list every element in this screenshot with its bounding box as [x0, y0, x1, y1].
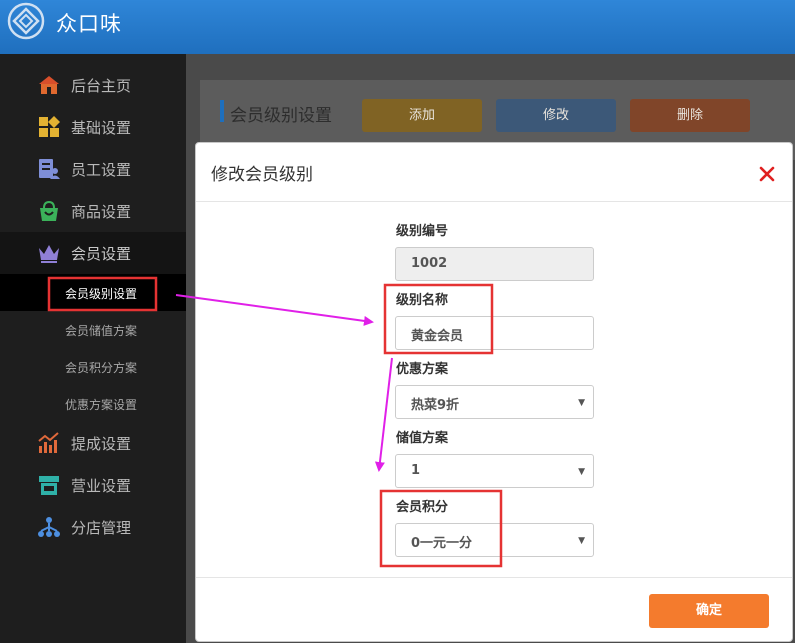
discount-value: 热菜9折	[411, 398, 460, 413]
dialog-title: 修改会员级别	[211, 165, 313, 185]
sidebar-subitem-points[interactable]: 会员积分方案	[0, 348, 186, 385]
top-header: 众口味	[0, 0, 795, 54]
sidebar-item-home[interactable]: 后台主页	[0, 64, 186, 106]
discount-label: 优惠方案	[396, 362, 449, 377]
stored-value-select[interactable]: 1 ▼	[395, 454, 594, 488]
title-accent-bar	[220, 100, 224, 122]
level-no-field: 1002	[395, 247, 594, 281]
add-button[interactable]: 添加	[362, 99, 482, 132]
sidebar-subitem-member-level[interactable]: 会员级别设置	[0, 274, 186, 311]
level-name-input[interactable]: 黄金会员	[395, 316, 594, 350]
sidebar-subitem-label: 优惠方案设置	[65, 398, 138, 412]
level-name-label: 级别名称	[396, 293, 449, 308]
stored-value-value: 1	[411, 463, 421, 478]
sidebar-item-commission[interactable]: 提成设置	[0, 422, 186, 464]
sidebar-item-label: 员工设置	[71, 161, 132, 179]
sidebar-item-label: 分店管理	[71, 519, 132, 537]
delete-button[interactable]: 删除	[630, 99, 750, 132]
sidebar-item-branch[interactable]: 分店管理	[0, 506, 186, 548]
stored-value-label: 储值方案	[396, 431, 449, 446]
level-no-label: 级别编号	[396, 224, 449, 239]
chevron-down-icon: ▼	[578, 536, 585, 546]
chart-icon	[38, 432, 59, 453]
dialog-header: 修改会员级别	[196, 143, 792, 202]
branch-icon	[38, 517, 60, 537]
sidebar-item-label: 基础设置	[71, 119, 132, 137]
sidebar-item-label: 营业设置	[71, 477, 132, 495]
sidebar-subitem-label: 会员储值方案	[65, 324, 138, 338]
crown-icon	[39, 245, 59, 263]
app-title: 众口味	[56, 12, 122, 36]
level-name-value: 黄金会员	[411, 329, 464, 344]
sidebar-item-goods[interactable]: 商品设置	[0, 190, 186, 232]
points-select[interactable]: 0一元一分 ▼	[395, 523, 594, 557]
points-value: 0一元一分	[411, 536, 473, 551]
chevron-down-icon: ▼	[578, 467, 585, 477]
close-icon[interactable]	[756, 163, 778, 185]
sidebar-item-label: 会员设置	[71, 245, 132, 263]
bag-icon	[40, 200, 58, 221]
page-title: 会员级别设置	[230, 106, 332, 126]
sidebar-subitem-label: 会员级别设置	[65, 287, 138, 301]
store-icon	[39, 476, 59, 495]
sidebar-item-staff[interactable]: 员工设置	[0, 148, 186, 190]
confirm-button[interactable]: 确定	[649, 594, 769, 628]
staff-icon	[39, 159, 60, 179]
discount-select[interactable]: 热菜9折 ▼	[395, 385, 594, 419]
sidebar-item-label: 后台主页	[71, 77, 132, 95]
edit-level-dialog: 修改会员级别 级别编号 1002 级别名称 黄金会员 优惠方案 热菜9折 ▼ 储…	[195, 142, 793, 642]
sidebar-item-member[interactable]: 会员设置	[0, 232, 186, 274]
sidebar-item-label: 商品设置	[71, 203, 132, 221]
sidebar-subitem-discount[interactable]: 优惠方案设置	[0, 385, 186, 422]
edit-button[interactable]: 修改	[496, 99, 616, 132]
level-no-value: 1002	[411, 256, 448, 271]
sidebar-subitem-label: 会员积分方案	[65, 361, 138, 375]
points-label: 会员积分	[396, 500, 449, 515]
dialog-footer: 确定	[196, 577, 792, 641]
sidebar-subitem-stored-value[interactable]: 会员储值方案	[0, 311, 186, 348]
sidebar-item-business[interactable]: 营业设置	[0, 464, 186, 506]
sidebar-item-basic[interactable]: 基础设置	[0, 106, 186, 148]
blocks-icon	[39, 116, 60, 137]
sidebar-item-label: 提成设置	[71, 435, 132, 453]
home-icon	[39, 76, 59, 94]
chevron-down-icon: ▼	[578, 398, 585, 408]
logo-icon	[7, 2, 45, 40]
sidebar: 后台主页 基础设置 员工设置 商品设置 会员设置 会员级别设置 会员储值方案 会…	[0, 54, 186, 643]
